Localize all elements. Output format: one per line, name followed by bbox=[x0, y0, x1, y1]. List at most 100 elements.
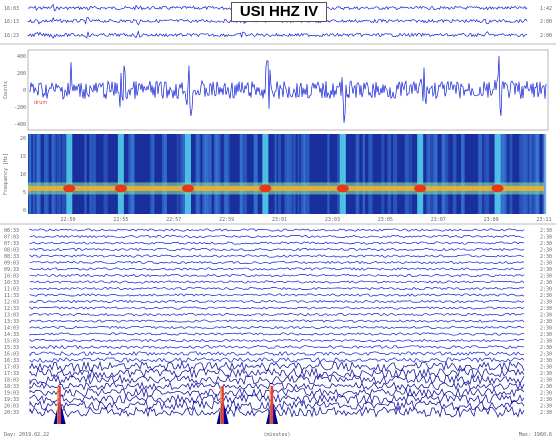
strip-value-label: 2:00 bbox=[540, 33, 552, 39]
spectrogram-streak bbox=[89, 134, 92, 214]
helicorder-time-label: 13:33 bbox=[4, 319, 19, 325]
helicorder-value-label: 2:30 bbox=[540, 287, 552, 293]
spectrogram-xtick: 23:09 bbox=[484, 217, 499, 223]
spectrogram-streak bbox=[297, 134, 300, 214]
spectrogram-streak bbox=[446, 134, 449, 214]
helicorder-event-marker bbox=[221, 386, 224, 424]
helicorder-time-label: 14:33 bbox=[4, 332, 19, 338]
seismogram-canvas: 16:03 1:4216:13 2:0016:23 2:00 4002000-200-… bbox=[0, 3, 556, 438]
helicorder-time-label: 12:33 bbox=[4, 306, 19, 312]
spectrogram-streak bbox=[528, 134, 532, 214]
strip-time-label: 16:23 bbox=[4, 33, 19, 39]
helicorder-time-label: 11:03 bbox=[4, 287, 19, 293]
helicorder-value-label: 2:30 bbox=[540, 326, 552, 332]
helicorder-value-label: 2:30 bbox=[540, 332, 552, 338]
helicorder-trace bbox=[29, 267, 525, 271]
spectrogram-streak bbox=[368, 134, 373, 214]
spectrogram-ytick: 15 bbox=[20, 154, 26, 160]
waveform-ytick: -400 bbox=[14, 122, 26, 128]
helicorder-trace bbox=[29, 332, 525, 336]
spectrogram-streak bbox=[501, 134, 506, 214]
helicorder-value-label: 2:30 bbox=[540, 371, 552, 377]
helicorder-trace bbox=[29, 338, 525, 343]
helicorder-value-label: 2:30 bbox=[540, 306, 552, 312]
spectrogram-streak bbox=[300, 134, 306, 214]
spectrogram-streak bbox=[36, 134, 41, 214]
waveform-ytick: -200 bbox=[14, 105, 26, 111]
spectrogram-hotspot bbox=[414, 184, 427, 193]
spectrogram-ytick: 5 bbox=[23, 190, 26, 196]
helicorder-event-marker-edge bbox=[220, 386, 222, 424]
helicorder-value-label: 2:30 bbox=[540, 254, 552, 260]
spectrogram-burst-column bbox=[66, 134, 73, 214]
helicorder-trace bbox=[29, 357, 525, 363]
spectrogram-streak bbox=[483, 134, 488, 214]
spectrogram-streak bbox=[434, 134, 438, 214]
spectrogram-streak bbox=[288, 134, 293, 214]
helicorder-xlabel: (minutes) bbox=[263, 432, 290, 438]
spectrogram-ytick: 0 bbox=[23, 208, 26, 214]
helicorder-trace bbox=[29, 344, 525, 350]
helicorder-time-label: 09:33 bbox=[4, 267, 19, 273]
helicorder-time-label: 17:33 bbox=[4, 371, 19, 377]
strip-time-label: 16:03 bbox=[4, 6, 19, 12]
waveform-ytick: 200 bbox=[17, 71, 26, 77]
helicorder-trace bbox=[29, 228, 525, 232]
helicorder-trace bbox=[29, 319, 525, 323]
helicorder-value-label: 2:30 bbox=[540, 397, 552, 403]
helicorder-value-label: 2:30 bbox=[540, 339, 552, 345]
spectrogram-streak bbox=[225, 134, 230, 214]
spectrogram-xtick: 22:50 bbox=[60, 217, 75, 223]
spectrogram-streak bbox=[362, 134, 365, 214]
station-title: USI HHZ IV bbox=[231, 2, 327, 22]
helicorder-panel: 06:33 2:30 07:03 2:30 07:33 2:30 08:03 2:30 08:3… bbox=[0, 223, 556, 438]
waveform-note: drum bbox=[34, 100, 47, 106]
helicorder-trace bbox=[29, 299, 525, 304]
spectrogram-panel: 20 15 10 5 0 Frequency [Hz] 22:50 22:55 22:57 22:… bbox=[3, 134, 552, 223]
helicorder-time-label: 18:03 bbox=[4, 378, 19, 384]
spectrogram-streak bbox=[355, 134, 360, 214]
spectrogram-streak bbox=[239, 134, 245, 214]
helicorder-time-label: 19:03 bbox=[4, 391, 19, 397]
spectrogram-streak bbox=[195, 134, 200, 214]
spectrogram-xtick: 23:07 bbox=[431, 217, 446, 223]
waveform-ytick: 0 bbox=[23, 88, 26, 94]
spectrogram-streak bbox=[426, 134, 430, 214]
helicorder-trace bbox=[29, 387, 525, 398]
helicorder-trace bbox=[29, 293, 525, 297]
helicorder-event-marker bbox=[58, 386, 61, 424]
helicorder-value-label: 2:30 bbox=[540, 313, 552, 319]
spectrogram-streak bbox=[57, 134, 62, 214]
helicorder-trace bbox=[29, 241, 525, 245]
helicorder-trace bbox=[29, 286, 525, 291]
spectrogram-streak bbox=[92, 134, 96, 214]
helicorder-trace bbox=[29, 254, 525, 258]
helicorder-value-label: 2:30 bbox=[540, 261, 552, 267]
helicorder-value-label: 2:30 bbox=[540, 241, 552, 247]
helicorder-time-label: 06:33 bbox=[4, 228, 19, 234]
spectrogram-burst-column bbox=[339, 134, 346, 214]
spectrogram-xtick: 22:55 bbox=[113, 217, 128, 223]
spectrogram-streak bbox=[531, 134, 537, 214]
spectrogram-xtick: 22:57 bbox=[166, 217, 181, 223]
spectrogram-streak bbox=[284, 134, 288, 214]
spectrogram-streak bbox=[293, 134, 296, 214]
strip-value-label: 2:00 bbox=[540, 19, 552, 25]
spectrogram-streak bbox=[441, 134, 446, 214]
spectrogram-xtick: 23:01 bbox=[272, 217, 287, 223]
helicorder-event-marker-edge bbox=[269, 386, 271, 424]
helicorder-time-label: 10:33 bbox=[4, 280, 19, 286]
spectrogram-streak bbox=[461, 134, 464, 214]
spectrogram-streak bbox=[523, 134, 528, 214]
spectrogram-streak bbox=[43, 134, 49, 214]
helicorder-value-label: 2:30 bbox=[540, 352, 552, 358]
helicorder-time-label: 13:03 bbox=[4, 313, 19, 319]
spectrogram-streak bbox=[278, 134, 281, 214]
spectrogram-streak bbox=[215, 134, 221, 214]
helicorder-trace bbox=[29, 260, 525, 265]
helicorder-time-label: 14:03 bbox=[4, 326, 19, 332]
spectrogram-streak bbox=[381, 134, 385, 214]
helicorder-value-label: 2:30 bbox=[540, 293, 552, 299]
spectrogram-streak bbox=[152, 134, 155, 214]
spectrogram-streak bbox=[84, 134, 87, 214]
